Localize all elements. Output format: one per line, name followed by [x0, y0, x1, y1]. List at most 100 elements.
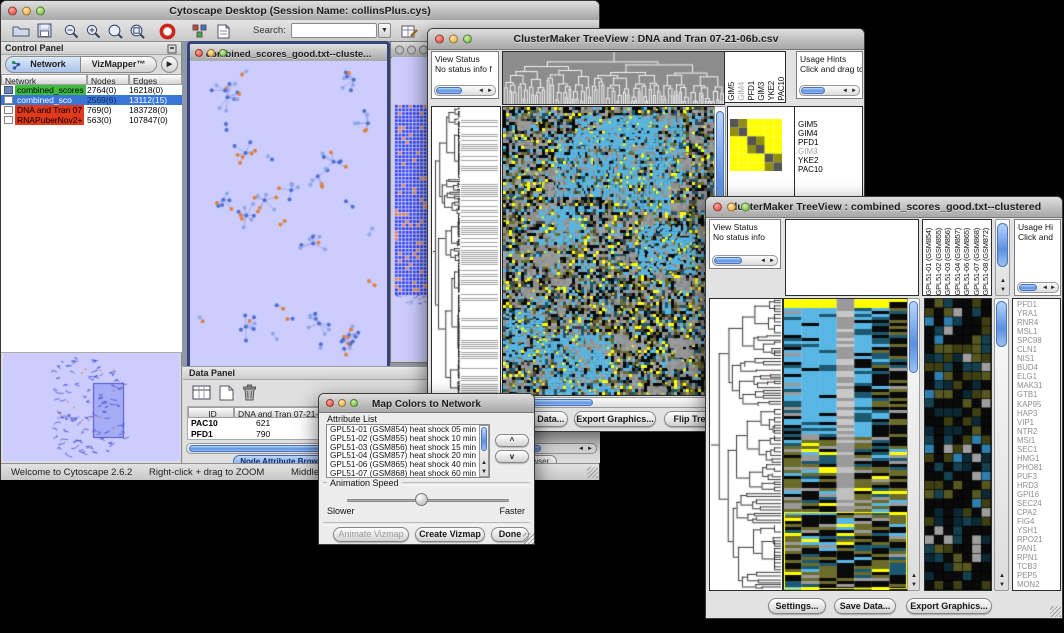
- tab-network[interactable]: Network: [5, 56, 81, 73]
- scroll-down-arrow[interactable]: ▼: [999, 286, 1007, 294]
- move-up-button[interactable]: ^: [495, 434, 529, 447]
- network-row[interactable]: combined_sco 2569(6) 13112(15): [1, 95, 182, 105]
- attribute-editor-icon[interactable]: [401, 23, 419, 40]
- column-header-network[interactable]: Network: [1, 74, 87, 85]
- heatmap-zoom[interactable]: [924, 298, 992, 591]
- slider-thumb[interactable]: [415, 493, 428, 506]
- column-header-nodes[interactable]: Nodes: [87, 74, 129, 85]
- export-graphics-button[interactable]: Export Graphics...: [574, 411, 656, 427]
- close-button[interactable]: [713, 203, 722, 212]
- scroll-left-arrow[interactable]: ◄: [577, 445, 585, 453]
- table-icon[interactable]: [191, 384, 213, 402]
- scroll-thumb[interactable]: [714, 257, 742, 264]
- scroll-left-arrow[interactable]: ◄: [841, 87, 849, 95]
- view-status-hscroll[interactable]: ◄ ►: [712, 255, 778, 266]
- search-input[interactable]: [291, 23, 377, 38]
- usage-hints-hscroll[interactable]: ◄ ►: [799, 85, 860, 96]
- close-button[interactable]: [195, 49, 203, 57]
- scroll-right-arrow[interactable]: ►: [486, 87, 494, 95]
- treeview1-title-bar[interactable]: ClusterMaker TreeView : DNA and Tran 07-…: [428, 29, 864, 50]
- heatmap-vscroll[interactable]: ▲ ▼: [907, 298, 920, 591]
- annotation-icon[interactable]: [215, 23, 231, 40]
- minimize-button[interactable]: [407, 45, 416, 54]
- network-view-window-1[interactable]: combined_scores_good.txt--cluste...: [187, 41, 390, 369]
- float-panel-icon[interactable]: [167, 44, 177, 54]
- gene-dendrogram[interactable]: [709, 298, 783, 591]
- scroll-thumb[interactable]: [481, 427, 487, 451]
- open-session-icon[interactable]: [11, 23, 31, 39]
- minimize-button[interactable]: [727, 203, 736, 212]
- scroll-thumb[interactable]: [997, 223, 1008, 267]
- scroll-right-arrow[interactable]: ►: [850, 87, 858, 95]
- scroll-up-arrow[interactable]: ▲: [998, 572, 1006, 580]
- zoom-button[interactable]: [741, 203, 750, 212]
- zoom-button[interactable]: [350, 399, 358, 407]
- help-lifering-icon[interactable]: [159, 23, 176, 40]
- attribute-item[interactable]: GPL51-07 (GSM868) heat shock 60 min: [328, 470, 476, 478]
- scroll-right-arrow[interactable]: ►: [768, 257, 776, 265]
- minimize-button[interactable]: [338, 399, 346, 407]
- usage-hints-hscroll[interactable]: ◄ ►: [1017, 282, 1059, 293]
- export-graphics-button[interactable]: Export Graphics...: [906, 598, 992, 614]
- heatmap-global[interactable]: [502, 106, 715, 396]
- birdseye-view[interactable]: [3, 353, 180, 461]
- scroll-up-arrow[interactable]: ▲: [910, 572, 918, 580]
- settings-button[interactable]: Settings...: [768, 598, 826, 614]
- network-row[interactable]: combined_scores 2764(0) 16218(0): [1, 85, 182, 95]
- search-dropdown-arrow[interactable]: ▼: [378, 23, 391, 38]
- resize-grip[interactable]: [587, 467, 598, 478]
- scroll-down-arrow[interactable]: ▼: [480, 468, 488, 476]
- array-dendrogram-panel[interactable]: [785, 219, 919, 296]
- tab-overflow-button[interactable]: ▶: [161, 56, 178, 73]
- close-button[interactable]: [326, 399, 334, 407]
- column-header-edges[interactable]: Edges: [129, 74, 182, 85]
- create-vizmap-button[interactable]: Create Vizmap: [415, 527, 485, 542]
- minimize-button[interactable]: [22, 6, 31, 15]
- zoom-fit-icon[interactable]: [129, 23, 146, 40]
- network-row[interactable]: RNAPuberNov2+ 563(0) 107847(0): [1, 115, 182, 125]
- scroll-right-arrow[interactable]: ►: [586, 445, 594, 453]
- treeview1-hscroll[interactable]: ◄ ►: [502, 397, 726, 408]
- vizmapper-icon[interactable]: [191, 23, 209, 40]
- tab-vizmapper[interactable]: VizMapper™: [81, 56, 157, 73]
- minimize-button[interactable]: [449, 35, 458, 44]
- scroll-right-arrow[interactable]: ►: [1049, 284, 1057, 292]
- scroll-left-arrow[interactable]: ◄: [759, 257, 767, 265]
- animation-speed-slider[interactable]: [347, 499, 509, 502]
- scroll-thumb[interactable]: [1019, 284, 1037, 291]
- resize-grip[interactable]: [1050, 606, 1061, 617]
- scroll-up-arrow[interactable]: ▲: [999, 277, 1007, 285]
- gene-dendrogram[interactable]: [431, 106, 501, 396]
- scroll-thumb[interactable]: [996, 301, 1007, 347]
- network-row[interactable]: DNA and Tran 07 769(0) 183728(0): [1, 105, 182, 115]
- zoom-button[interactable]: [36, 6, 45, 15]
- data-col-id[interactable]: ID: [188, 407, 234, 418]
- scroll-up-arrow[interactable]: ▲: [480, 459, 488, 467]
- save-session-icon[interactable]: [37, 23, 53, 39]
- animate-vizmap-button[interactable]: Animate Vizmap: [333, 527, 409, 542]
- scroll-left-arrow[interactable]: ◄: [1041, 284, 1049, 292]
- close-button[interactable]: [395, 45, 404, 54]
- resize-grip[interactable]: [523, 533, 534, 544]
- scroll-thumb[interactable]: [436, 87, 462, 94]
- zoom-selected-icon[interactable]: [107, 23, 124, 40]
- column-vscroll[interactable]: ▲ ▼: [995, 219, 1010, 296]
- array-dendrogram[interactable]: [502, 51, 725, 105]
- minimize-button[interactable]: [207, 49, 215, 57]
- new-document-icon[interactable]: [217, 384, 235, 402]
- zoom-out-icon[interactable]: [63, 23, 80, 40]
- save-data-button[interactable]: Save Data...: [834, 598, 896, 614]
- network-canvas[interactable]: [190, 61, 387, 366]
- zoom-button[interactable]: [463, 35, 472, 44]
- main-title-bar[interactable]: Cytoscape Desktop (Session Name: collins…: [1, 1, 599, 21]
- scroll-left-arrow[interactable]: ◄: [477, 87, 485, 95]
- scroll-down-arrow[interactable]: ▼: [998, 581, 1006, 589]
- trash-icon[interactable]: [241, 383, 258, 402]
- scroll-down-arrow[interactable]: ▼: [910, 581, 918, 589]
- treeview2-title-bar[interactable]: ClusterMaker TreeView : combined_scores_…: [706, 197, 1062, 218]
- heatmap-global[interactable]: [783, 298, 908, 591]
- attribute-list-vscroll[interactable]: ▲ ▼: [479, 425, 489, 477]
- scroll-thumb[interactable]: [801, 87, 825, 94]
- close-button[interactable]: [8, 6, 17, 15]
- scroll-thumb[interactable]: [909, 301, 918, 373]
